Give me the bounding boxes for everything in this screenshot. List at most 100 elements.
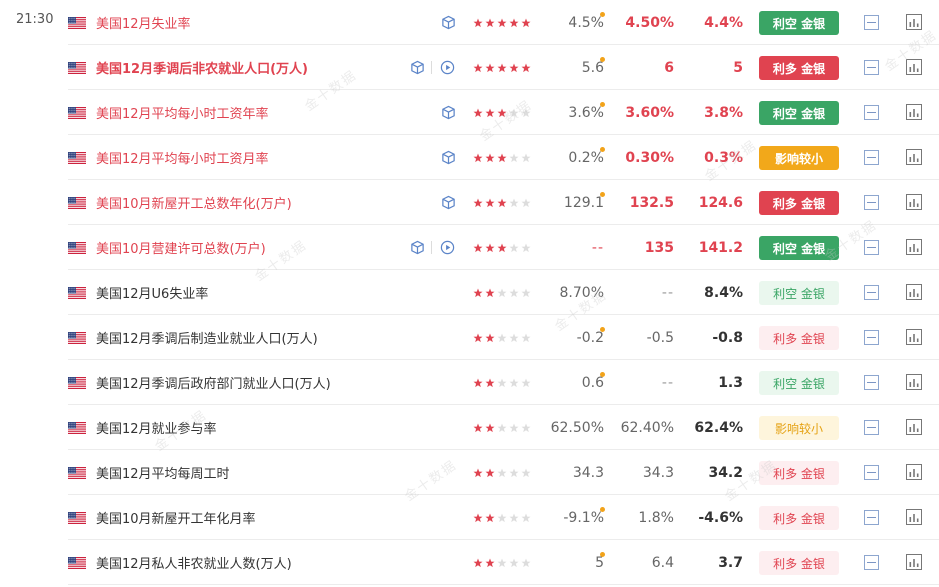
cube-icon[interactable] bbox=[409, 239, 426, 256]
collapse-button[interactable] bbox=[864, 465, 879, 480]
actual-value: 0.3% bbox=[704, 149, 743, 166]
indicator-name[interactable]: 美国10月营建许可总数(万户) bbox=[96, 225, 266, 270]
chart-icon[interactable] bbox=[906, 329, 922, 345]
minus-icon bbox=[867, 202, 876, 203]
actual-value: 124.6 bbox=[698, 194, 743, 211]
actual-value: 3.8% bbox=[704, 104, 743, 121]
indicator-name[interactable]: 美国12月季调后非农就业人口(万人) bbox=[96, 45, 308, 90]
cube-icon[interactable] bbox=[440, 194, 457, 211]
indicator-name[interactable]: 美国12月平均每小时工资月率 bbox=[96, 135, 269, 180]
icon-divider bbox=[431, 61, 432, 74]
collapse-button[interactable] bbox=[864, 330, 879, 345]
minus-icon bbox=[867, 562, 876, 563]
us-flag-icon bbox=[68, 360, 86, 405]
minus-icon bbox=[867, 427, 876, 428]
revised-dot bbox=[600, 102, 605, 107]
collapse-button[interactable] bbox=[864, 15, 879, 30]
chart-icon[interactable] bbox=[906, 419, 922, 435]
previous-value: 8.70% bbox=[559, 284, 604, 301]
table-row[interactable]: 美国12月季调后制造业就业人口(万人) -0.2 -0.5 -0.8 利多 金银 bbox=[68, 315, 939, 360]
economic-calendar-table: 美国12月失业率 4.5% 4.50% 4.4% 利空 金银 美国12月季调后非农就业人口… bbox=[68, 0, 939, 585]
table-row[interactable]: 美国12月就业参与率 62.50% 62.40% 62.4% 影响较小 bbox=[68, 405, 939, 450]
chart-icon[interactable] bbox=[906, 374, 922, 390]
forecast-value: 135 bbox=[644, 239, 674, 256]
impact-badge: 影响较小 bbox=[759, 416, 839, 440]
indicator-name[interactable]: 美国12月就业参与率 bbox=[96, 405, 217, 450]
chart-icon[interactable] bbox=[906, 464, 922, 480]
chart-icon[interactable] bbox=[906, 149, 922, 165]
play-icon[interactable] bbox=[439, 239, 456, 256]
chart-icon[interactable] bbox=[906, 239, 922, 255]
previous-value: 5.6 bbox=[581, 59, 604, 76]
revised-dot bbox=[600, 192, 605, 197]
release-time: 21:30 bbox=[16, 12, 54, 27]
forecast-value: 3.60% bbox=[625, 104, 674, 121]
chart-icon[interactable] bbox=[906, 59, 922, 75]
collapse-button[interactable] bbox=[864, 240, 879, 255]
table-row[interactable]: 美国12月平均每小时工资月率 0.2% 0.30% 0.3% 影响较小 bbox=[68, 135, 939, 180]
collapse-button[interactable] bbox=[864, 105, 879, 120]
importance-stars bbox=[473, 360, 533, 405]
play-icon[interactable] bbox=[439, 59, 456, 76]
previous-value: 3.6% bbox=[568, 104, 604, 121]
forecast-value: -- bbox=[661, 284, 674, 301]
indicator-name[interactable]: 美国12月平均每小时工资年率 bbox=[96, 90, 269, 135]
cube-icon[interactable] bbox=[440, 14, 457, 31]
chart-icon[interactable] bbox=[906, 284, 922, 300]
chart-icon[interactable] bbox=[906, 554, 922, 570]
table-row[interactable]: 美国12月平均每周工时 34.3 34.3 34.2 利多 金银 bbox=[68, 450, 939, 495]
indicator-name[interactable]: 美国12月平均每周工时 bbox=[96, 450, 230, 495]
previous-value: 0.2% bbox=[568, 149, 604, 166]
us-flag-icon bbox=[68, 225, 86, 270]
impact-badge: 影响较小 bbox=[759, 146, 839, 170]
table-row[interactable]: 美国10月新屋开工总数年化(万户) 129.1 132.5 124.6 利多 金银 bbox=[68, 180, 939, 225]
us-flag-icon bbox=[68, 180, 86, 225]
forecast-value: 34.3 bbox=[642, 464, 674, 481]
table-row[interactable]: 美国12月季调后非农就业人口(万人) 5.6 6 5 利多 金银 bbox=[68, 45, 939, 90]
previous-value: 0.6 bbox=[581, 374, 604, 391]
cube-icon[interactable] bbox=[440, 104, 457, 121]
impact-badge: 利多 金银 bbox=[759, 506, 839, 530]
revised-dot bbox=[600, 57, 605, 62]
indicator-name[interactable]: 美国12月U6失业率 bbox=[96, 270, 208, 315]
table-row[interactable]: 美国12月失业率 4.5% 4.50% 4.4% 利空 金银 bbox=[68, 0, 939, 45]
table-row[interactable]: 美国12月U6失业率 8.70% -- 8.4% 利空 金银 bbox=[68, 270, 939, 315]
impact-badge: 利多 金银 bbox=[759, 461, 839, 485]
chart-icon[interactable] bbox=[906, 194, 922, 210]
importance-stars bbox=[473, 135, 533, 180]
collapse-button[interactable] bbox=[864, 510, 879, 525]
actual-value: 5 bbox=[733, 59, 743, 76]
forecast-value: 1.8% bbox=[638, 509, 674, 526]
table-row[interactable]: 美国12月私人非农就业人数(万人) 5 6.4 3.7 利多 金银 bbox=[68, 540, 939, 585]
forecast-value: 6.4 bbox=[651, 554, 674, 571]
indicator-name[interactable]: 美国12月私人非农就业人数(万人) bbox=[96, 540, 292, 585]
indicator-name[interactable]: 美国12月季调后制造业就业人口(万人) bbox=[96, 315, 318, 360]
revised-dot bbox=[600, 12, 605, 17]
indicator-name[interactable]: 美国10月新屋开工年化月率 bbox=[96, 495, 256, 540]
chart-icon[interactable] bbox=[906, 14, 922, 30]
chart-icon[interactable] bbox=[906, 104, 922, 120]
actual-value: -0.8 bbox=[712, 329, 743, 346]
collapse-button[interactable] bbox=[864, 375, 879, 390]
importance-stars bbox=[473, 450, 533, 495]
table-row[interactable]: 美国12月季调后政府部门就业人口(万人) 0.6 -- 1.3 利空 金银 bbox=[68, 360, 939, 405]
collapse-button[interactable] bbox=[864, 285, 879, 300]
table-row[interactable]: 美国10月营建许可总数(万户) -- 135 141.2 利空 金银 bbox=[68, 225, 939, 270]
collapse-button[interactable] bbox=[864, 60, 879, 75]
minus-icon bbox=[867, 112, 876, 113]
collapse-button[interactable] bbox=[864, 150, 879, 165]
collapse-button[interactable] bbox=[864, 420, 879, 435]
table-row[interactable]: 美国12月平均每小时工资年率 3.6% 3.60% 3.8% 利空 金银 bbox=[68, 90, 939, 135]
indicator-name[interactable]: 美国12月失业率 bbox=[96, 0, 191, 45]
cube-icon[interactable] bbox=[409, 59, 426, 76]
cube-icon[interactable] bbox=[440, 149, 457, 166]
chart-icon[interactable] bbox=[906, 509, 922, 525]
indicator-name[interactable]: 美国12月季调后政府部门就业人口(万人) bbox=[96, 360, 331, 405]
table-row[interactable]: 美国10月新屋开工年化月率 -9.1% 1.8% -4.6% 利多 金银 bbox=[68, 495, 939, 540]
impact-badge: 利空 金银 bbox=[759, 281, 839, 305]
collapse-button[interactable] bbox=[864, 555, 879, 570]
actual-value: 34.2 bbox=[708, 464, 743, 481]
collapse-button[interactable] bbox=[864, 195, 879, 210]
indicator-name[interactable]: 美国10月新屋开工总数年化(万户) bbox=[96, 180, 292, 225]
actual-value: 3.7 bbox=[718, 554, 743, 571]
